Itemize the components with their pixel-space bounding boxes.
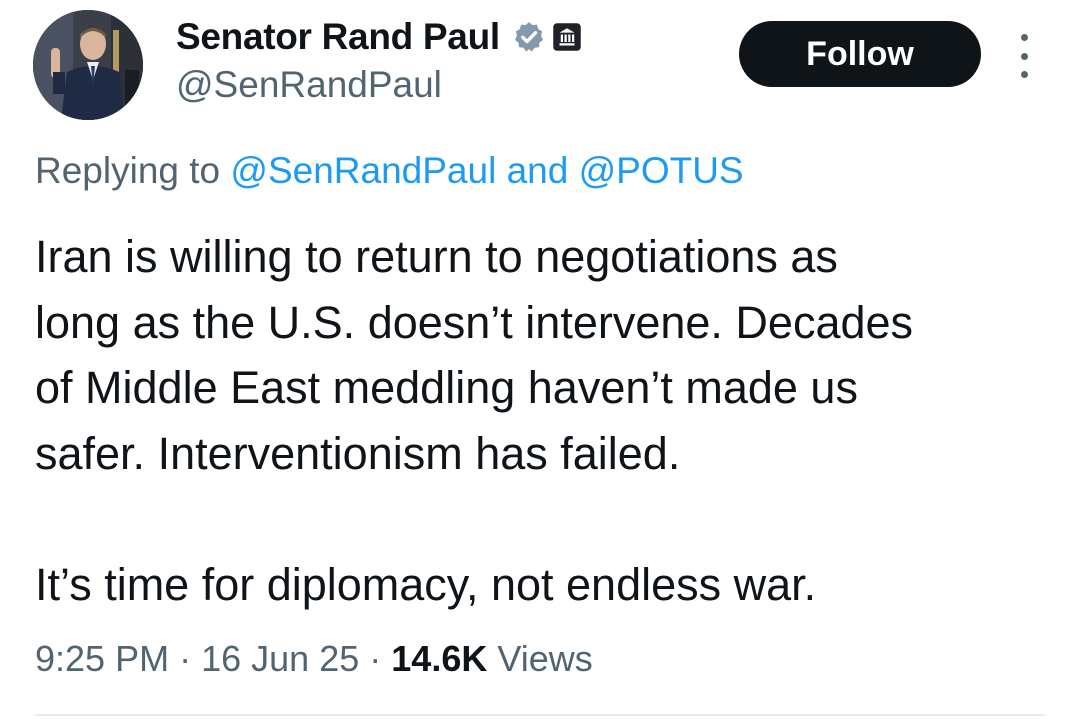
replying-to-line: Replying to @SenRandPaul and @POTUS xyxy=(35,150,744,192)
government-building-icon xyxy=(552,22,582,52)
tweet-time[interactable]: 9:25 PM xyxy=(35,638,169,679)
meta-separator: · xyxy=(179,638,192,679)
meta-separator: · xyxy=(369,638,382,679)
author-handle[interactable]: @SenRandPaul xyxy=(176,64,442,106)
more-dot xyxy=(1020,71,1028,78)
author-display-name[interactable]: Senator Rand Paul xyxy=(176,16,500,58)
tweet-date[interactable]: 16 Jun 25 xyxy=(201,638,359,679)
mention-potus[interactable]: @POTUS xyxy=(579,150,744,191)
mention-senrandpaul[interactable]: @SenRandPaul xyxy=(230,150,496,191)
avatar-photo xyxy=(33,10,143,120)
replying-to-prefix: Replying to xyxy=(35,150,221,191)
follow-button[interactable]: Follow xyxy=(739,21,981,87)
mention-joiner: and xyxy=(506,150,569,191)
more-dot xyxy=(1020,34,1028,41)
divider xyxy=(35,714,1045,716)
views-count: 14.6K xyxy=(391,638,488,679)
verified-check-icon[interactable] xyxy=(512,20,546,54)
more-vertical-icon[interactable] xyxy=(1012,34,1036,78)
author-name-row: Senator Rand Paul xyxy=(176,14,582,60)
tweet-meta: 9:25 PM · 16 Jun 25 · 14.6K Views xyxy=(35,638,593,680)
more-dot xyxy=(1020,52,1028,60)
tweet-text: Iran is willing to return to negotiation… xyxy=(35,231,914,610)
views-label: Views xyxy=(497,638,593,679)
avatar[interactable] xyxy=(33,10,143,120)
tweet-header: Senator Rand Paul @SenRandPaul Follow xyxy=(0,0,1080,130)
